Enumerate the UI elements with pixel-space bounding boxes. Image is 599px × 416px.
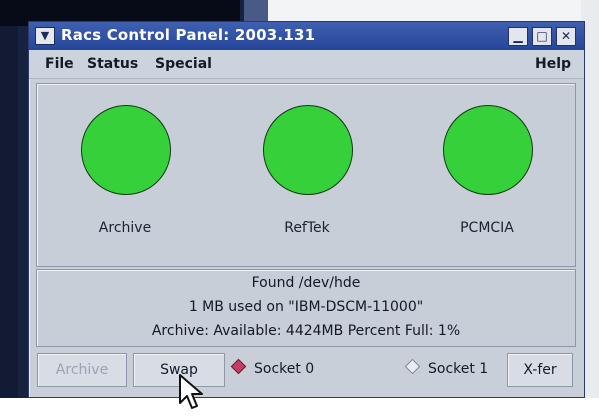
radio-unselected-icon: [404, 358, 421, 375]
reftek-light-label: RefTek: [284, 220, 330, 236]
archive-status-light: [81, 105, 171, 195]
racs-control-panel-window: ▼ Racs Control Panel: 2003.131 ▁ □ ✕ Fil…: [28, 21, 585, 398]
socket-0-label: Socket 0: [254, 361, 315, 377]
status-lights-panel: Archive RefTek PCMCIA: [36, 83, 576, 267]
pcmcia-status-light: [443, 105, 533, 195]
archive-availability-text: Archive: Available: 4424MB Percent Full:…: [151, 323, 461, 339]
minimize-icon: ▁: [513, 29, 523, 43]
monitor-bezel-left: [0, 26, 18, 398]
window-title: Racs Control Panel: 2003.131: [61, 26, 316, 44]
menu-special[interactable]: Special: [155, 56, 212, 72]
close-button[interactable]: ✕: [556, 27, 576, 46]
archive-button[interactable]: Archive: [37, 353, 127, 387]
close-icon: ✕: [560, 29, 572, 43]
radio-selected-icon: [230, 358, 247, 375]
menu-status[interactable]: Status: [87, 56, 138, 72]
found-device-text: Found /dev/hde: [251, 275, 361, 291]
maximize-icon: □: [536, 29, 548, 43]
archive-light-label: Archive: [98, 220, 152, 236]
socket-0-radio[interactable]: Socket 0: [230, 358, 315, 377]
menu-help[interactable]: Help: [535, 56, 571, 72]
titlebar: ▼ Racs Control Panel: 2003.131 ▁ □ ✕: [29, 22, 584, 50]
socket-1-radio[interactable]: Socket 1: [404, 358, 489, 377]
maximize-button[interactable]: □: [532, 27, 552, 46]
mouse-pointer-icon: [179, 374, 203, 409]
dropdown-arrow-icon: ▼: [40, 29, 50, 42]
monitor-bezel-bottom: [0, 398, 599, 416]
reftek-status-light: [263, 105, 353, 195]
window-menu-button[interactable]: ▼: [35, 27, 55, 45]
xfer-button[interactable]: X-fer: [507, 353, 573, 387]
menu-file[interactable]: File: [45, 56, 74, 72]
socket-1-label: Socket 1: [428, 361, 489, 377]
disk-usage-text: 1 MB used on "IBM-DSCM-11000": [188, 299, 424, 315]
action-bar: Archive Swap Socket 0 Socket 1 X-fer: [29, 350, 584, 394]
pcmcia-light-label: PCMCIA: [460, 220, 514, 236]
device-status-panel: Found /dev/hde 1 MB used on "IBM-DSCM-11…: [36, 269, 576, 347]
minimize-button[interactable]: ▁: [508, 27, 528, 46]
menubar: File Status Special Help: [29, 50, 584, 79]
